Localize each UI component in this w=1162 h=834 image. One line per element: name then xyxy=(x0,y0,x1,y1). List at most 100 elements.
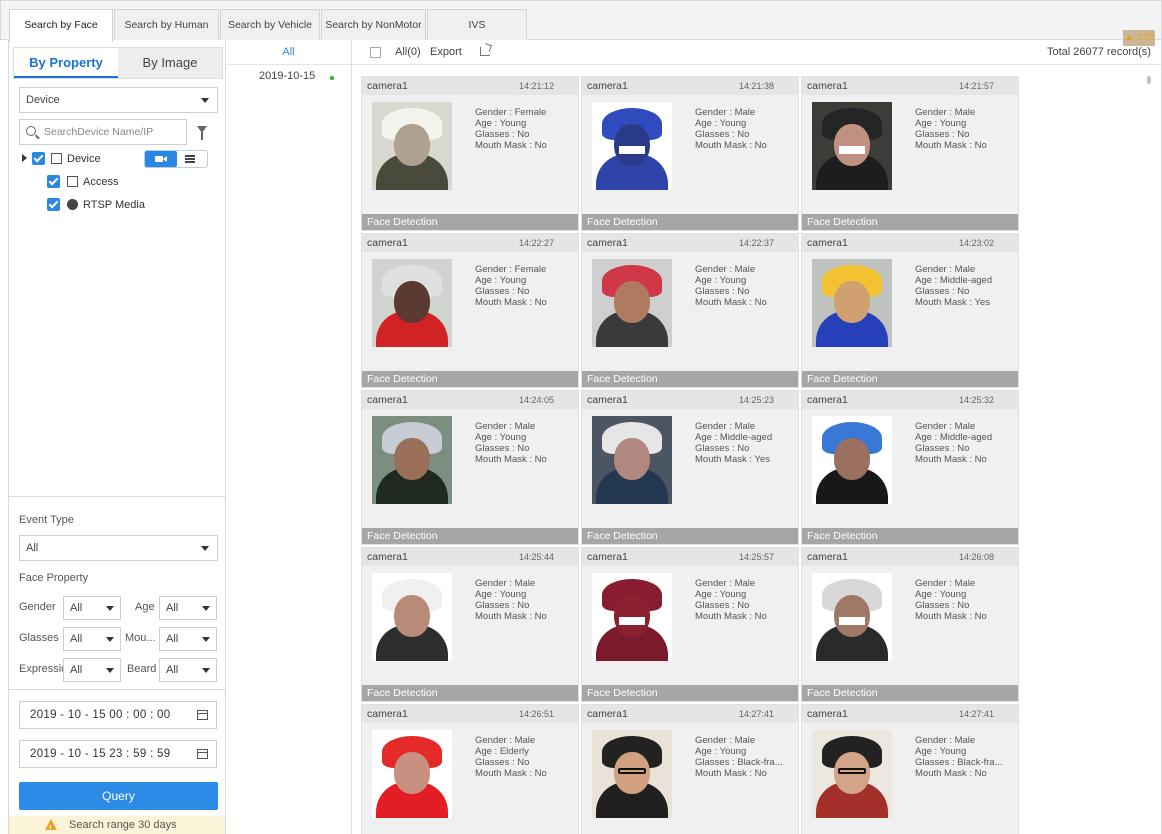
face-attributes: Gender : Male Age : Middle-aged Glasses : … xyxy=(695,421,795,465)
device-checkbox[interactable] xyxy=(32,152,45,165)
capture-time: 14:26:51 xyxy=(518,709,554,719)
face-thumbnail[interactable] xyxy=(812,102,892,190)
tab-search-by-nonmotor[interactable]: Search by NonMotor xyxy=(321,9,426,41)
face-result-card[interactable]: camera1 14:26:08 Gender : Male Age : Young G… xyxy=(801,547,1019,702)
alarm-badge[interactable]: ▲ 128 xyxy=(1123,30,1155,46)
age-attribute: Age : Middle-aged xyxy=(915,432,993,443)
age-attribute: Age : Young xyxy=(695,589,747,600)
tab-search-by-face[interactable]: Search by Face xyxy=(9,9,113,42)
face-result-card[interactable]: camera1 14:23:02 Gender : Male Age : Middle… xyxy=(801,233,1019,388)
face-thumbnail[interactable] xyxy=(812,730,892,818)
tab-search-by-human[interactable]: Search by Human xyxy=(114,9,219,41)
face-thumbnail[interactable] xyxy=(372,259,452,347)
globe-icon xyxy=(67,199,78,210)
capture-time: 14:21:12 xyxy=(518,81,554,91)
capture-time: 14:22:37 xyxy=(738,238,774,248)
face-result-card[interactable]: camera1 14:27:41 Gender : Male Age : Young G… xyxy=(801,704,1019,834)
glasses-select[interactable]: All xyxy=(63,627,121,651)
camera-view-icon[interactable] xyxy=(145,151,177,167)
face-thumbnail[interactable] xyxy=(372,416,452,504)
tree-item-device[interactable]: Device xyxy=(67,150,101,168)
face-result-card[interactable]: camera1 14:26:51 Gender : Male Age : Elderl… xyxy=(361,704,579,834)
face-thumbnail[interactable] xyxy=(592,416,672,504)
face-image xyxy=(372,416,452,504)
face-result-card[interactable]: camera1 14:24:05 Gender : Male Age : Young G… xyxy=(361,390,579,545)
select-all-checkbox[interactable] xyxy=(370,47,381,58)
face-thumbnail[interactable] xyxy=(812,573,892,661)
face-thumbnail[interactable] xyxy=(372,573,452,661)
face-thumbnail[interactable] xyxy=(592,730,672,818)
scrollbar-thumb[interactable] xyxy=(1147,76,1151,84)
export-icon[interactable] xyxy=(480,47,490,56)
view-mode-toggle[interactable] xyxy=(144,150,208,168)
date-item[interactable]: 2019-10-15 xyxy=(259,70,315,82)
start-time-input[interactable]: 2019 - 10 - 15 00 : 00 : 00 xyxy=(19,701,217,729)
search-icon xyxy=(26,126,36,136)
tab-ivs[interactable]: IVS xyxy=(427,9,527,41)
glasses-attribute: Glasses : No xyxy=(475,286,530,297)
mouth-mask-attribute: Mouth Mask : No xyxy=(695,768,767,779)
face-thumbnail[interactable] xyxy=(372,730,452,818)
face-property-label: Face Property xyxy=(19,572,89,584)
device-type-select[interactable]: Device xyxy=(19,87,218,113)
face-thumbnail[interactable] xyxy=(812,416,892,504)
access-checkbox[interactable] xyxy=(47,175,60,188)
list-view-icon[interactable] xyxy=(185,155,195,163)
tab-by-image[interactable]: By Image xyxy=(118,48,222,78)
date-filter-all[interactable]: All xyxy=(226,40,351,65)
face-result-card[interactable]: camera1 14:25:23 Gender : Male Age : Middle… xyxy=(581,390,799,545)
start-time-value: 2019 - 10 - 15 00 : 00 : 00 xyxy=(30,709,171,721)
gender-attribute: Gender : Male xyxy=(695,107,756,118)
status-dot-icon xyxy=(330,76,334,80)
face-result-card[interactable]: camera1 14:25:32 Gender : Male Age : Middle… xyxy=(801,390,1019,545)
query-button[interactable]: Query xyxy=(19,782,218,810)
beard-select[interactable]: All xyxy=(159,658,217,682)
tab-by-property[interactable]: By Property xyxy=(14,48,118,78)
rtsp-checkbox[interactable] xyxy=(47,198,60,211)
device-search-input[interactable]: SearchDevice Name/IP xyxy=(19,119,187,145)
face-result-card[interactable]: camera1 14:22:27 Gender : Female Age : Youn… xyxy=(361,233,579,388)
mouth-mask-select[interactable]: All xyxy=(159,627,217,651)
gender-select[interactable]: All xyxy=(63,596,121,620)
face-thumbnail[interactable] xyxy=(372,102,452,190)
face-result-card[interactable]: camera1 14:22:37 Gender : Male Age : Young G… xyxy=(581,233,799,388)
export-button[interactable]: Export xyxy=(430,46,462,58)
end-time-input[interactable]: 2019 - 10 - 15 23 : 59 : 59 xyxy=(19,740,217,768)
face-result-card[interactable]: camera1 14:21:57 Gender : Male Age : Young G… xyxy=(801,76,1019,231)
alarm-count: 128 xyxy=(1137,32,1154,43)
capture-time: 14:27:41 xyxy=(738,709,774,719)
event-type-select[interactable]: All xyxy=(19,535,218,561)
age-attribute: Age : Middle-aged xyxy=(915,275,993,286)
mouth-mask-attribute: Mouth Mask : No xyxy=(695,140,767,151)
calendar-icon[interactable] xyxy=(197,749,208,759)
calendar-icon[interactable] xyxy=(197,710,208,720)
event-type-footer: Face Detection xyxy=(802,685,1018,701)
face-thumbnail[interactable] xyxy=(592,259,672,347)
face-result-card[interactable]: camera1 14:21:38 Gender : Male Age : Young G… xyxy=(581,76,799,231)
face-result-card[interactable]: camera1 14:25:44 Gender : Male Age : Young G… xyxy=(361,547,579,702)
mouth-mask-attribute: Mouth Mask : No xyxy=(475,140,547,151)
face-attributes: Gender : Male Age : Young Glasses : No Mout… xyxy=(695,264,795,308)
tab-search-by-vehicle[interactable]: Search by Vehicle xyxy=(220,9,320,41)
device-type-value: Device xyxy=(26,94,60,106)
tree-item-access[interactable]: Access xyxy=(83,173,118,191)
filter-icon[interactable] xyxy=(197,126,207,140)
face-thumbnail[interactable] xyxy=(592,102,672,190)
expression-select[interactable]: All xyxy=(63,658,121,682)
tree-item-rtsp-media[interactable]: RTSP Media xyxy=(83,196,145,214)
face-thumbnail[interactable] xyxy=(592,573,672,661)
camera-name: camera1 xyxy=(367,708,408,720)
expand-arrow-icon[interactable] xyxy=(22,154,27,162)
mouth-mask-attribute: Mouth Mask : No xyxy=(475,611,547,622)
face-result-card[interactable]: camera1 14:27:41 Gender : Male Age : Young G… xyxy=(581,704,799,834)
face-result-card[interactable]: camera1 14:25:57 Gender : Male Age : Young G… xyxy=(581,547,799,702)
age-value: All xyxy=(166,602,179,614)
face-result-card[interactable]: camera1 14:21:12 Gender : Female Age : Youn… xyxy=(361,76,579,231)
face-thumbnail[interactable] xyxy=(812,259,892,347)
face-image xyxy=(592,102,672,190)
card-header: camera1 14:25:23 xyxy=(582,391,798,409)
age-select[interactable]: All xyxy=(159,596,217,620)
age-attribute: Age : Middle-aged xyxy=(695,432,773,443)
card-header: camera1 14:26:08 xyxy=(802,548,1018,566)
face-attributes: Gender : Male Age : Young Glasses : Black-… xyxy=(695,735,795,779)
